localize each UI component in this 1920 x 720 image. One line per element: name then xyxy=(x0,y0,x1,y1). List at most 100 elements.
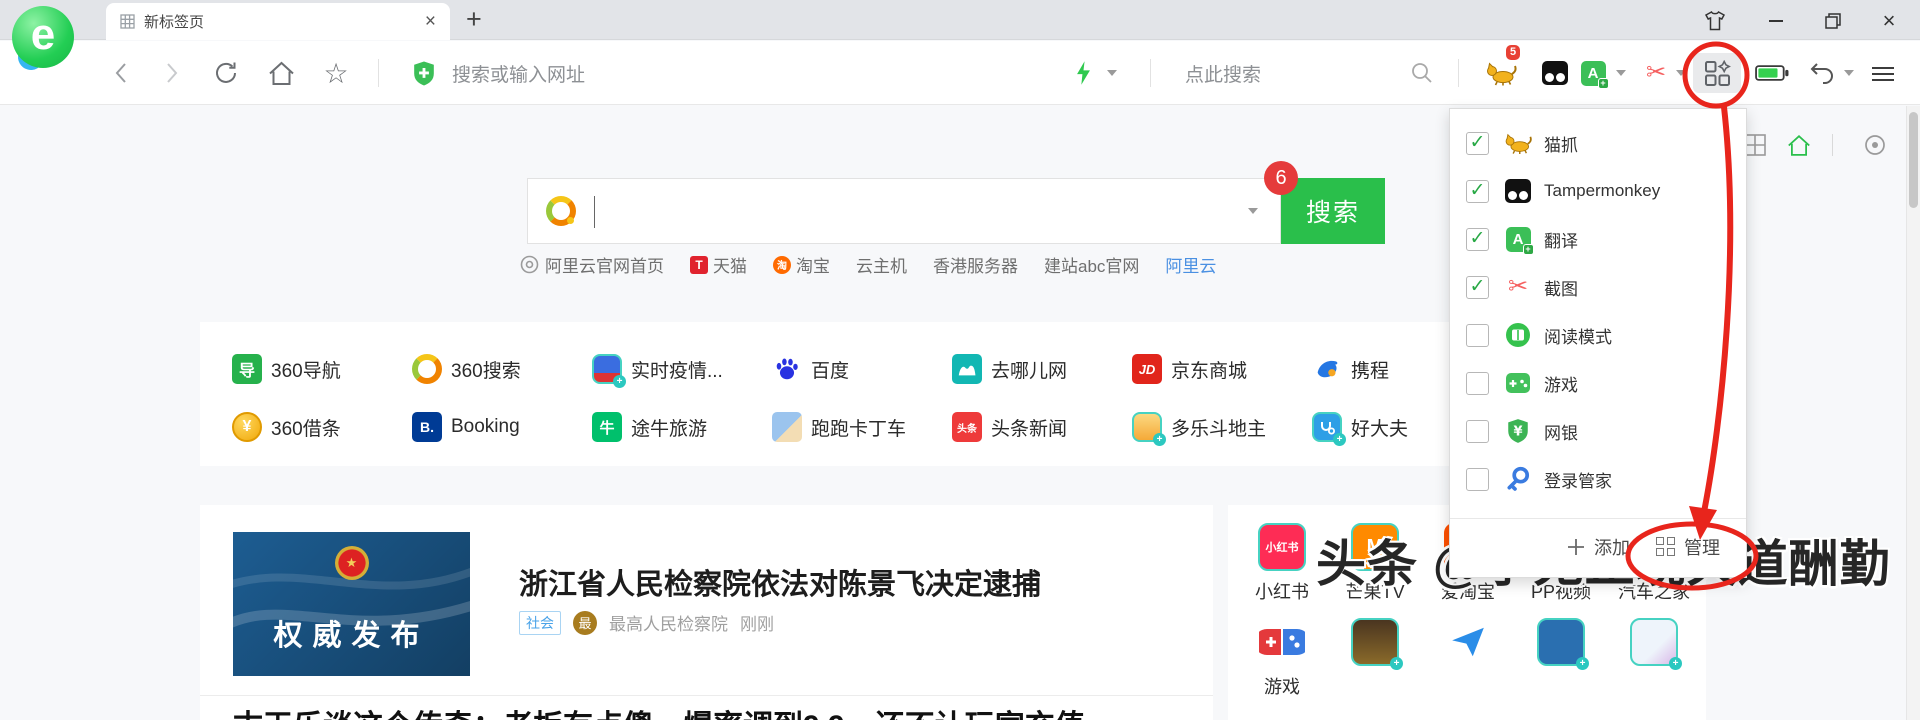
checkbox[interactable]: ✓ xyxy=(1466,227,1489,251)
minimize-button[interactable] xyxy=(1763,8,1789,34)
extension-item-login-keeper[interactable]: ✓ 登录管家 xyxy=(1450,455,1746,503)
search-engine-dropdown-icon[interactable] xyxy=(1248,208,1258,214)
site-link-360jietiao[interactable]: ¥ 360借条 xyxy=(200,402,380,452)
site-link-paopao[interactable]: 跑跑卡丁车 xyxy=(740,402,920,452)
app-games[interactable]: 游戏 xyxy=(1236,618,1328,699)
site-link-360daohang[interactable]: 导 360导航 xyxy=(200,344,380,394)
qunar-camel-icon xyxy=(952,354,982,384)
extension-item-translate[interactable]: ✓ A + 翻译 xyxy=(1450,215,1746,263)
quick-link-taobao[interactable]: 淘 淘宝 xyxy=(773,252,830,277)
extension-item-reader[interactable]: ✓ 阅读模式 xyxy=(1450,311,1746,359)
tampermonkey-toolbar-icon[interactable] xyxy=(1538,41,1572,105)
manage-extensions-button[interactable]: 管理 xyxy=(1656,534,1720,560)
page-scrollbar[interactable] xyxy=(1906,106,1920,720)
plus-icon xyxy=(1568,538,1584,555)
refresh-button[interactable] xyxy=(208,41,244,105)
quick-search-input[interactable]: 点此搜索 xyxy=(1185,41,1261,105)
extensions-dropdown-panel: ✓ 猫抓 ✓ Tampermonkey ✓ A+ 翻译 ✓ ✂ 截图 ✓ 阅读模… xyxy=(1449,108,1747,578)
next-news-headline[interactable]: 古天乐谈这个传奇：老板有点傻，爆率调到9.9，还不让玩家充值 xyxy=(233,701,1085,720)
360daohang-icon: 导 xyxy=(232,354,262,384)
aliyun-bullet-icon xyxy=(520,255,539,274)
checkbox[interactable]: ✓ xyxy=(1466,323,1489,347)
speed-bolt-icon[interactable] xyxy=(1072,41,1094,105)
close-window-button[interactable]: × xyxy=(1876,8,1902,34)
battery-icon[interactable] xyxy=(1752,41,1792,105)
translate-dropdown-icon[interactable] xyxy=(1612,41,1630,105)
reader-icon xyxy=(1503,321,1533,349)
app-covered-2[interactable]: + xyxy=(1515,618,1607,673)
360-search-logo-icon xyxy=(546,196,576,226)
home-button[interactable] xyxy=(262,41,300,105)
add-extension-button[interactable]: 添加 xyxy=(1567,534,1630,560)
screenshot-dropdown-icon[interactable] xyxy=(1672,41,1690,105)
new-tab-button[interactable]: + xyxy=(466,4,482,35)
quick-link-cloud-host[interactable]: 云主机 xyxy=(856,252,907,277)
tab-close-icon[interactable]: × xyxy=(425,12,436,31)
checkbox[interactable]: ✓ xyxy=(1466,467,1489,491)
site-link-jd[interactable]: JD 京东商城 xyxy=(1100,344,1280,394)
news-thumbnail[interactable]: ★ 权威发布 xyxy=(233,532,470,676)
screenshot-scissors-icon[interactable]: ✂ xyxy=(1640,41,1672,105)
restore-button[interactable] xyxy=(1820,8,1846,34)
checkbox[interactable]: ✓ xyxy=(1466,131,1489,155)
undo-dropdown-icon[interactable] xyxy=(1840,41,1858,105)
search-magnifier-icon[interactable] xyxy=(1408,41,1436,105)
search-button[interactable]: 搜索 xyxy=(1281,178,1385,244)
app-plane[interactable] xyxy=(1422,618,1514,673)
site-link-baidu[interactable]: 百度 xyxy=(740,344,920,394)
gamepad-icon xyxy=(1503,369,1533,397)
page-settings-icon[interactable] xyxy=(1862,132,1888,158)
checkbox[interactable]: ✓ xyxy=(1466,371,1489,395)
site-link-toutiao[interactable]: 头条 头条新闻 xyxy=(920,402,1100,452)
site-link-qunar[interactable]: 去哪儿网 xyxy=(920,344,1100,394)
back-button[interactable] xyxy=(104,41,136,105)
bookmark-star-icon[interactable]: ☆ xyxy=(318,41,354,105)
checkbox[interactable]: ✓ xyxy=(1466,179,1489,203)
checkbox[interactable]: ✓ xyxy=(1466,419,1489,443)
extension-item-bank[interactable]: ✓ ¥ 网银 xyxy=(1450,407,1746,455)
extension-item-tampermonkey[interactable]: ✓ Tampermonkey xyxy=(1450,167,1746,215)
quick-link-aliyun-home[interactable]: 阿里云官网首页 xyxy=(520,252,664,277)
main-menu-icon[interactable] xyxy=(1872,41,1902,105)
app-covered-3[interactable]: + xyxy=(1608,618,1700,673)
quick-link-tmall[interactable]: T 天猫 xyxy=(690,252,747,277)
news-headline[interactable]: 浙江省人民检察院依法对陈景飞决定逮捕 xyxy=(519,561,1041,603)
undo-restore-icon[interactable] xyxy=(1806,41,1838,105)
site-link-haodf[interactable]: + 好大夫 xyxy=(1280,402,1460,452)
extension-item-games[interactable]: ✓ 游戏 xyxy=(1450,359,1746,407)
site-link-duole[interactable]: + 多乐斗地主 xyxy=(1100,402,1280,452)
site-link-360sousuo[interactable]: 360搜索 xyxy=(380,344,560,394)
browser-logo[interactable]: e xyxy=(12,6,74,73)
site-link-booking[interactable]: B. Booking xyxy=(380,402,560,452)
quick-link-aliyun[interactable]: 阿里云 xyxy=(1165,252,1216,277)
page-search-input[interactable] xyxy=(527,178,1281,244)
grid-favicon-icon xyxy=(120,14,135,29)
address-bar[interactable]: 搜索或输入网址 xyxy=(452,41,585,105)
app-covered-1[interactable]: + xyxy=(1329,618,1421,673)
tmall-icon: T xyxy=(690,255,708,274)
scrollbar-thumb[interactable] xyxy=(1909,112,1918,208)
plane-icon xyxy=(1444,618,1492,666)
quick-link-jianzhan[interactable]: 建站abc官网 xyxy=(1044,252,1139,277)
news-source: 最高人民检察院 xyxy=(609,615,728,634)
theme-skin-icon[interactable] xyxy=(1702,8,1728,34)
bank-shield-icon: ¥ xyxy=(1503,417,1533,445)
translate-toolbar-icon[interactable]: A + xyxy=(1578,41,1609,105)
tab-new-tab-page[interactable]: 新标签页 × xyxy=(106,3,450,40)
news-meta-row: 社会 最 最高人民检察院 刚刚 xyxy=(519,610,774,635)
header-divider xyxy=(1832,134,1833,156)
toutiao-icon: 头条 xyxy=(952,412,982,442)
extensions-grid-button[interactable] xyxy=(1693,53,1741,93)
forward-button[interactable] xyxy=(156,41,188,105)
quick-link-hk-server[interactable]: 香港服务器 xyxy=(933,252,1018,277)
bolt-dropdown-icon[interactable] xyxy=(1102,41,1122,105)
site-link-ctrip[interactable]: 携程 xyxy=(1280,344,1460,394)
app-xiaohongshu[interactable]: 小红书 小红书 xyxy=(1236,523,1328,604)
checkbox[interactable]: ✓ xyxy=(1466,275,1489,299)
extension-item-maozhua[interactable]: ✓ 猫抓 xyxy=(1450,119,1746,167)
site-safety-shield-icon[interactable] xyxy=(408,41,440,105)
site-link-tuniu[interactable]: 牛 途牛旅游 xyxy=(560,402,740,452)
extension-item-screenshot[interactable]: ✓ ✂ 截图 xyxy=(1450,263,1746,311)
page-home-icon[interactable] xyxy=(1786,132,1812,158)
site-link-yiqing[interactable]: + 实时疫情... xyxy=(560,344,740,394)
